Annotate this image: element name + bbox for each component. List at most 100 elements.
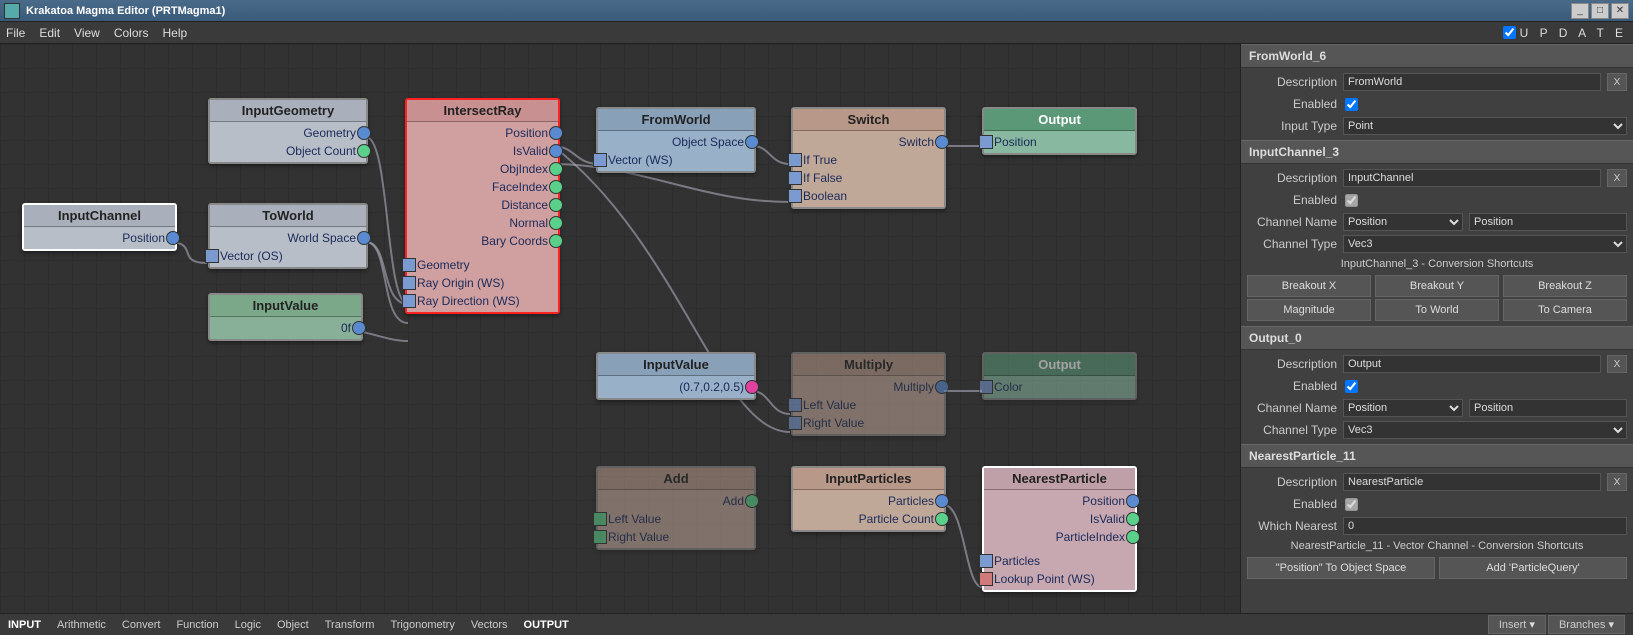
channelname-input[interactable] (1469, 213, 1627, 231)
channeltype-select[interactable]: Vec3 (1343, 235, 1627, 253)
port-in[interactable]: If False (793, 169, 944, 187)
clear-button[interactable]: X (1607, 169, 1627, 187)
category[interactable]: Trigonometry (390, 619, 454, 631)
description-input[interactable] (1343, 169, 1601, 187)
port-out[interactable]: Geometry (210, 124, 366, 142)
port-out[interactable]: Position (24, 229, 175, 247)
port-out[interactable]: Particle Count (793, 510, 944, 528)
node-switch[interactable]: Switch Switch If True If False Boolean (791, 107, 946, 209)
port-in[interactable]: Vector (WS) (598, 151, 754, 169)
branches-button[interactable]: Branches ▾ (1548, 615, 1625, 634)
node-toworld[interactable]: ToWorld World Space Vector (OS) (208, 203, 368, 269)
port-in[interactable]: Ray Origin (WS) (407, 274, 558, 292)
channelname-input[interactable] (1469, 399, 1627, 417)
clear-button[interactable]: X (1607, 355, 1627, 373)
node-inputvalue-1[interactable]: InputValue 0f (208, 293, 363, 341)
description-input[interactable] (1343, 473, 1601, 491)
port-out[interactable]: Object Count (210, 142, 366, 160)
insert-button[interactable]: Insert ▾ (1488, 615, 1546, 634)
node-inputvalue-2[interactable]: InputValue (0.7,0.2,0.5) (596, 352, 756, 400)
close-button[interactable]: ✕ (1611, 3, 1629, 19)
magnitude-button[interactable]: Magnitude (1247, 299, 1371, 321)
port-in[interactable]: Right Value (793, 414, 944, 432)
tocamera-button[interactable]: To Camera (1503, 299, 1627, 321)
position-to-objectspace-button[interactable]: "Position" To Object Space (1247, 557, 1435, 579)
node-inputparticles[interactable]: InputParticles Particles Particle Count (791, 466, 946, 532)
breakout-y-button[interactable]: Breakout Y (1375, 275, 1499, 297)
section-header[interactable]: InputChannel_3 (1241, 140, 1633, 164)
node-inputgeometry[interactable]: InputGeometry Geometry Object Count (208, 98, 368, 164)
category-output[interactable]: OUTPUT (524, 619, 569, 631)
menu-view[interactable]: View (74, 26, 100, 40)
port-out[interactable]: Particles (793, 492, 944, 510)
toworld-button[interactable]: To World (1375, 299, 1499, 321)
category[interactable]: Logic (235, 619, 261, 631)
port-in[interactable]: Left Value (598, 510, 754, 528)
breakout-z-button[interactable]: Breakout Z (1503, 275, 1627, 297)
node-nearestparticle[interactable]: NearestParticle Position IsValid Particl… (982, 466, 1137, 592)
inputtype-select[interactable]: Point (1343, 117, 1627, 135)
port-out[interactable]: 0f (210, 319, 361, 337)
clear-button[interactable]: X (1607, 73, 1627, 91)
port-out[interactable]: IsValid (407, 142, 558, 160)
port-in[interactable]: Boolean (793, 187, 944, 205)
port-out[interactable]: Add (598, 492, 754, 510)
node-output-position[interactable]: Output Position (982, 107, 1137, 155)
node-fromworld[interactable]: FromWorld Object Space Vector (WS) (596, 107, 756, 173)
category-input[interactable]: INPUT (8, 619, 41, 631)
port-out[interactable]: Switch (793, 133, 944, 151)
port-out[interactable]: Bary Coords (407, 232, 558, 250)
enabled-checkbox[interactable] (1345, 98, 1358, 111)
port-out[interactable]: ParticleIndex (984, 528, 1135, 546)
clear-button[interactable]: X (1607, 473, 1627, 491)
node-add[interactable]: Add Add Left Value Right Value (596, 466, 756, 550)
breakout-x-button[interactable]: Breakout X (1247, 275, 1371, 297)
description-input[interactable] (1343, 73, 1601, 91)
port-in[interactable]: Vector (OS) (210, 247, 366, 265)
port-out[interactable]: FaceIndex (407, 178, 558, 196)
category[interactable]: Object (277, 619, 309, 631)
port-out[interactable]: Position (407, 124, 558, 142)
port-in[interactable]: Right Value (598, 528, 754, 546)
add-particlequery-button[interactable]: Add 'ParticleQuery' (1439, 557, 1627, 579)
section-header[interactable]: NearestParticle_11 (1241, 444, 1633, 468)
whichnearest-input[interactable] (1343, 517, 1627, 535)
menu-file[interactable]: File (6, 26, 25, 40)
update-checkbox[interactable] (1503, 26, 1516, 39)
category[interactable]: Vectors (471, 619, 508, 631)
port-in[interactable]: Ray Direction (WS) (407, 292, 558, 310)
node-multiply[interactable]: Multiply Multiply Left Value Right Value (791, 352, 946, 436)
channelname-select[interactable]: Position (1343, 399, 1463, 417)
category[interactable]: Transform (325, 619, 375, 631)
category[interactable]: Arithmetic (57, 619, 106, 631)
port-in[interactable]: Particles (984, 552, 1135, 570)
enabled-checkbox[interactable] (1345, 380, 1358, 393)
port-out[interactable]: Normal (407, 214, 558, 232)
node-intersectray[interactable]: IntersectRay Position IsValid ObjIndex F… (405, 98, 560, 314)
category[interactable]: Function (176, 619, 218, 631)
port-in[interactable]: If True (793, 151, 944, 169)
port-in[interactable]: Color (984, 378, 1135, 396)
port-out[interactable]: IsValid (984, 510, 1135, 528)
menu-colors[interactable]: Colors (114, 26, 149, 40)
minimize-button[interactable]: _ (1571, 3, 1589, 19)
maximize-button[interactable]: □ (1591, 3, 1609, 19)
port-in[interactable]: Geometry (407, 256, 558, 274)
port-out[interactable]: ObjIndex (407, 160, 558, 178)
channelname-select[interactable]: Position (1343, 213, 1463, 231)
channeltype-select[interactable]: Vec3 (1343, 421, 1627, 439)
node-output-color[interactable]: Output Color (982, 352, 1137, 400)
port-out[interactable]: (0.7,0.2,0.5) (598, 378, 754, 396)
node-canvas[interactable]: InputChannel Position InputGeometry Geom… (0, 44, 1240, 613)
menu-help[interactable]: Help (163, 26, 188, 40)
update-label[interactable]: U P D A T E (1520, 26, 1627, 40)
description-input[interactable] (1343, 355, 1601, 373)
port-in[interactable]: Position (984, 133, 1135, 151)
port-out[interactable]: Distance (407, 196, 558, 214)
port-out[interactable]: Multiply (793, 378, 944, 396)
section-header[interactable]: FromWorld_6 (1241, 44, 1633, 68)
port-out[interactable]: Object Space (598, 133, 754, 151)
section-header[interactable]: Output_0 (1241, 326, 1633, 350)
port-in[interactable]: Lookup Point (WS) (984, 570, 1135, 588)
category[interactable]: Convert (122, 619, 161, 631)
